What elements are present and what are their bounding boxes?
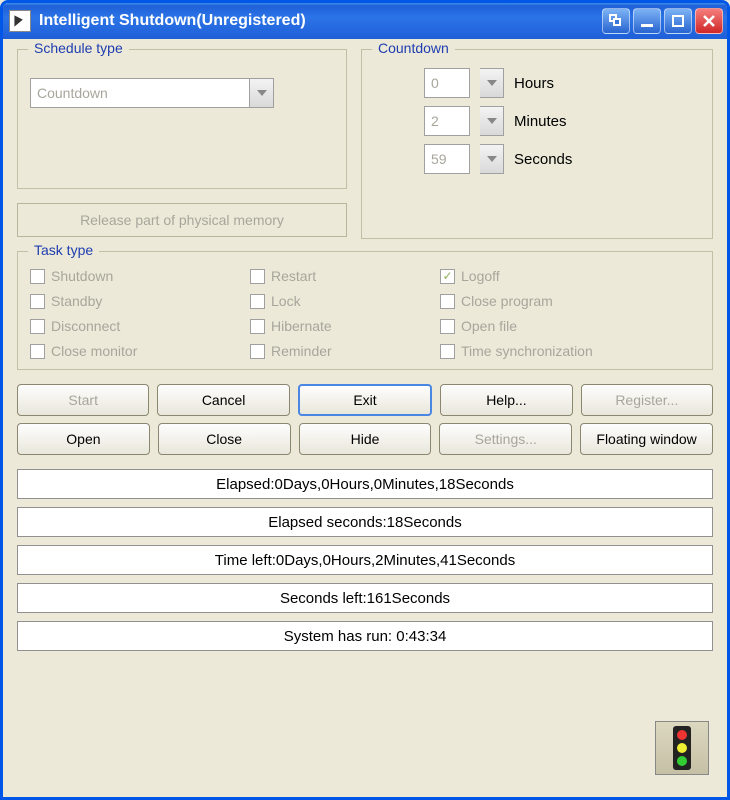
schedule-type-legend: Schedule type bbox=[28, 40, 129, 56]
countdown-group: Countdown 0 Hours 2 Minutes 59 Seconds bbox=[361, 49, 713, 239]
status-system-run: System has run: 0:43:34 bbox=[17, 621, 713, 651]
tray-traffic-light-icon[interactable] bbox=[655, 721, 709, 775]
checkbox-box bbox=[30, 269, 45, 284]
dropdown-arrow-icon[interactable] bbox=[480, 106, 504, 136]
open-button[interactable]: Open bbox=[17, 423, 150, 455]
restore-secondary-button[interactable] bbox=[602, 8, 630, 34]
status-elapsed-seconds: Elapsed seconds:18Seconds bbox=[17, 507, 713, 537]
register-button[interactable]: Register... bbox=[581, 384, 713, 416]
checkbox-restart[interactable]: Restart bbox=[250, 268, 440, 284]
checkbox-label: Disconnect bbox=[51, 318, 120, 334]
checkbox-label: Standby bbox=[51, 293, 102, 309]
start-button[interactable]: Start bbox=[17, 384, 149, 416]
schedule-type-value: Countdown bbox=[30, 78, 250, 108]
settings-button[interactable]: Settings... bbox=[439, 423, 572, 455]
checkbox-shutdown[interactable]: Shutdown bbox=[30, 268, 250, 284]
checkbox-hibernate[interactable]: Hibernate bbox=[250, 318, 440, 334]
dropdown-arrow-icon[interactable] bbox=[480, 68, 504, 98]
status-seconds-left: Seconds left:161Seconds bbox=[17, 583, 713, 613]
checkbox-reminder[interactable]: Reminder bbox=[250, 343, 440, 359]
checkbox-disconnect[interactable]: Disconnect bbox=[30, 318, 250, 334]
minutes-spinner[interactable]: 2 Minutes bbox=[424, 106, 700, 136]
checkbox-label: Close monitor bbox=[51, 343, 137, 359]
checkbox-standby[interactable]: Standby bbox=[30, 293, 250, 309]
checkbox-box bbox=[30, 294, 45, 309]
countdown-legend: Countdown bbox=[372, 40, 455, 56]
seconds-value: 59 bbox=[424, 144, 470, 174]
status-time-left: Time left:0Days,0Hours,2Minutes,41Second… bbox=[17, 545, 713, 575]
checkbox-box bbox=[30, 344, 45, 359]
checkbox-label: Close program bbox=[461, 293, 553, 309]
hours-label: Hours bbox=[514, 75, 554, 92]
titlebar[interactable]: Intelligent Shutdown(Unregistered) bbox=[3, 3, 727, 39]
checkbox-box bbox=[440, 294, 455, 309]
app-window: Intelligent Shutdown(Unregistered) Sched… bbox=[0, 0, 730, 800]
seconds-label: Seconds bbox=[514, 151, 572, 168]
checkbox-open-file[interactable]: Open file bbox=[440, 318, 700, 334]
checkbox-label: Open file bbox=[461, 318, 517, 334]
minutes-label: Minutes bbox=[514, 113, 567, 130]
hours-spinner[interactable]: 0 Hours bbox=[424, 68, 700, 98]
checkbox-box bbox=[250, 294, 265, 309]
minimize-button[interactable] bbox=[633, 8, 661, 34]
checkbox-label: Lock bbox=[271, 293, 301, 309]
status-elapsed: Elapsed:0Days,0Hours,0Minutes,18Seconds bbox=[17, 469, 713, 499]
checkbox-box bbox=[30, 319, 45, 334]
cancel-button[interactable]: Cancel bbox=[157, 384, 289, 416]
checkbox-label: Time synchronization bbox=[461, 343, 593, 359]
schedule-type-group: Schedule type Countdown bbox=[17, 49, 347, 189]
checkbox-label: Shutdown bbox=[51, 268, 113, 284]
minutes-value: 2 bbox=[424, 106, 470, 136]
status-panel: Elapsed:0Days,0Hours,0Minutes,18Seconds … bbox=[17, 469, 713, 651]
checkbox-lock[interactable]: Lock bbox=[250, 293, 440, 309]
checkbox-label: Hibernate bbox=[271, 318, 332, 334]
checkbox-label: Reminder bbox=[271, 343, 332, 359]
button-bar: Start Cancel Exit Help... Register... Op… bbox=[17, 384, 713, 455]
schedule-type-select[interactable]: Countdown bbox=[30, 78, 334, 108]
checkbox-box bbox=[250, 319, 265, 334]
checkbox-label: Logoff bbox=[461, 268, 500, 284]
checkbox-time-synchronization[interactable]: Time synchronization bbox=[440, 343, 700, 359]
close-button[interactable] bbox=[695, 8, 723, 34]
seconds-spinner[interactable]: 59 Seconds bbox=[424, 144, 700, 174]
checkbox-box bbox=[250, 269, 265, 284]
window-title: Intelligent Shutdown(Unregistered) bbox=[39, 12, 306, 30]
dropdown-arrow-icon[interactable] bbox=[250, 78, 274, 108]
app-icon bbox=[9, 10, 31, 32]
release-memory-button[interactable]: Release part of physical memory bbox=[17, 203, 347, 237]
maximize-button[interactable] bbox=[664, 8, 692, 34]
hours-value: 0 bbox=[424, 68, 470, 98]
checkbox-close-monitor[interactable]: Close monitor bbox=[30, 343, 250, 359]
client-area: Schedule type Countdown Release part of … bbox=[3, 39, 727, 797]
checkbox-logoff[interactable]: Logoff bbox=[440, 268, 700, 284]
close-button-action[interactable]: Close bbox=[158, 423, 291, 455]
checkbox-box bbox=[250, 344, 265, 359]
checkbox-box bbox=[440, 269, 455, 284]
task-type-group: Task type ShutdownRestartLogoffStandbyLo… bbox=[17, 251, 713, 370]
task-type-legend: Task type bbox=[28, 242, 99, 258]
floating-window-button[interactable]: Floating window bbox=[580, 423, 713, 455]
checkbox-close-program[interactable]: Close program bbox=[440, 293, 700, 309]
dropdown-arrow-icon[interactable] bbox=[480, 144, 504, 174]
help-button[interactable]: Help... bbox=[440, 384, 572, 416]
checkbox-box bbox=[440, 319, 455, 334]
hide-button[interactable]: Hide bbox=[299, 423, 432, 455]
checkbox-label: Restart bbox=[271, 268, 316, 284]
exit-button[interactable]: Exit bbox=[298, 384, 432, 416]
checkbox-box bbox=[440, 344, 455, 359]
